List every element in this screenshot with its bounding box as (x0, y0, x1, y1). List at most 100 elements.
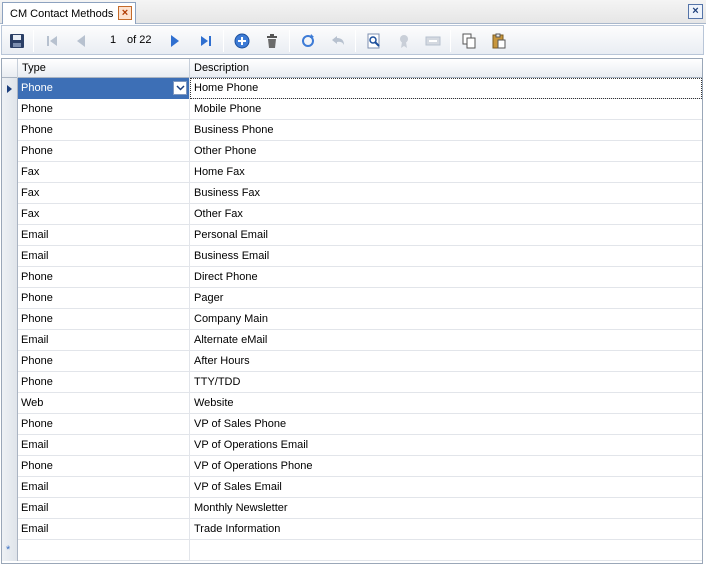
contact-methods-grid[interactable]: Type Description Phone Home Phone Phone Mob… (1, 58, 703, 564)
record-position[interactable]: 1 (110, 34, 116, 46)
cell-description[interactable]: VP of Operations Phone (190, 456, 702, 477)
cell-description[interactable]: After Hours (190, 351, 702, 372)
table-row[interactable]: Email VP of Operations Email (2, 435, 702, 456)
cell-type[interactable]: Email (18, 246, 190, 267)
cell-type[interactable]: Phone (18, 456, 190, 477)
row-selector[interactable] (2, 372, 18, 393)
table-row[interactable]: Phone Company Main (2, 309, 702, 330)
cell-type[interactable]: Phone (18, 288, 190, 309)
table-row[interactable]: Web Website (2, 393, 702, 414)
row-selector[interactable] (2, 330, 18, 351)
column-header-type[interactable]: Type (18, 59, 190, 78)
cell-type[interactable]: Web (18, 393, 190, 414)
cell-type[interactable]: Phone (18, 414, 190, 435)
table-row[interactable]: Phone Mobile Phone (2, 99, 702, 120)
row-selector[interactable] (2, 78, 18, 99)
table-row[interactable]: Email VP of Sales Email (2, 477, 702, 498)
cell-type[interactable]: Email (18, 477, 190, 498)
cell-type[interactable]: Fax (18, 204, 190, 225)
row-selector[interactable] (2, 519, 18, 540)
cell-description[interactable]: Business Phone (190, 120, 702, 141)
table-row[interactable]: Fax Home Fax (2, 162, 702, 183)
table-row[interactable]: Phone Pager (2, 288, 702, 309)
row-selector[interactable] (2, 99, 18, 120)
table-row[interactable]: Email Alternate eMail (2, 330, 702, 351)
cell-description[interactable]: Alternate eMail (190, 330, 702, 351)
cell-type[interactable]: Phone (18, 372, 190, 393)
cell-description[interactable] (190, 540, 702, 561)
cell-description[interactable]: Pager (190, 288, 702, 309)
cell-type[interactable]: Phone (18, 78, 190, 99)
row-selector[interactable] (2, 498, 18, 519)
table-row[interactable]: Email Monthly Newsletter (2, 498, 702, 519)
window-close-icon[interactable]: × (688, 4, 703, 19)
cell-type[interactable]: Phone (18, 99, 190, 120)
row-selector[interactable] (2, 393, 18, 414)
find-icon[interactable] (363, 30, 385, 52)
cell-description[interactable]: VP of Sales Phone (190, 414, 702, 435)
cell-description[interactable]: Direct Phone (190, 267, 702, 288)
table-row[interactable]: Fax Other Fax (2, 204, 702, 225)
previous-record-icon[interactable] (70, 30, 92, 52)
first-record-icon[interactable] (41, 30, 63, 52)
tab-cm-contact-methods[interactable]: CM Contact Methods × (2, 2, 136, 24)
cell-type[interactable]: Fax (18, 162, 190, 183)
table-row[interactable]: Email Personal Email (2, 225, 702, 246)
row-selector[interactable] (2, 477, 18, 498)
cell-description[interactable]: Personal Email (190, 225, 702, 246)
copy-icon[interactable] (458, 30, 480, 52)
row-selector[interactable] (2, 267, 18, 288)
undo-icon[interactable] (327, 30, 349, 52)
table-row[interactable]: Email Trade Information (2, 519, 702, 540)
filter-icon[interactable] (393, 30, 415, 52)
table-row[interactable]: Phone Home Phone (2, 78, 702, 99)
row-selector[interactable] (2, 309, 18, 330)
row-selector[interactable] (2, 246, 18, 267)
row-selector[interactable] (2, 351, 18, 372)
table-row[interactable]: Phone TTY/TDD (2, 372, 702, 393)
refresh-icon[interactable] (297, 30, 319, 52)
table-row[interactable]: Phone Direct Phone (2, 267, 702, 288)
row-selector[interactable] (2, 162, 18, 183)
cell-type[interactable]: Phone (18, 309, 190, 330)
cell-type[interactable]: Phone (18, 267, 190, 288)
row-selector[interactable] (2, 225, 18, 246)
cell-description[interactable]: Mobile Phone (190, 99, 702, 120)
cell-description[interactable]: Home Fax (190, 162, 702, 183)
cell-description[interactable]: Business Email (190, 246, 702, 267)
form-view-icon[interactable] (422, 30, 444, 52)
cell-description[interactable]: Company Main (190, 309, 702, 330)
table-row[interactable]: Phone After Hours (2, 351, 702, 372)
table-row[interactable]: Fax Business Fax (2, 183, 702, 204)
row-selector[interactable] (2, 456, 18, 477)
cell-type[interactable] (18, 540, 190, 561)
row-selector[interactable] (2, 288, 18, 309)
table-row[interactable]: Phone VP of Operations Phone (2, 456, 702, 477)
cell-description[interactable]: TTY/TDD (190, 372, 702, 393)
table-row[interactable]: Phone Business Phone (2, 120, 702, 141)
table-row[interactable]: Phone VP of Sales Phone (2, 414, 702, 435)
row-selector[interactable] (2, 120, 18, 141)
cell-type[interactable]: Phone (18, 351, 190, 372)
row-selector[interactable] (2, 141, 18, 162)
row-selector[interactable]: * (2, 540, 18, 561)
cell-description[interactable]: Monthly Newsletter (190, 498, 702, 519)
cell-description[interactable]: Other Fax (190, 204, 702, 225)
table-row[interactable]: Email Business Email (2, 246, 702, 267)
last-record-icon[interactable] (195, 30, 217, 52)
save-icon[interactable] (6, 30, 28, 52)
table-row[interactable]: Phone Other Phone (2, 141, 702, 162)
cell-description[interactable]: Website (190, 393, 702, 414)
paste-icon[interactable] (488, 30, 510, 52)
cell-type[interactable]: Email (18, 225, 190, 246)
cell-type[interactable]: Email (18, 330, 190, 351)
cell-type[interactable]: Email (18, 435, 190, 456)
cell-type[interactable]: Email (18, 498, 190, 519)
tab-close-icon[interactable]: × (118, 6, 132, 20)
cell-description[interactable]: Trade Information (190, 519, 702, 540)
cell-type[interactable]: Phone (18, 120, 190, 141)
cell-description[interactable]: VP of Sales Email (190, 477, 702, 498)
cell-type[interactable]: Email (18, 519, 190, 540)
row-selector[interactable] (2, 414, 18, 435)
cell-description[interactable]: Business Fax (190, 183, 702, 204)
